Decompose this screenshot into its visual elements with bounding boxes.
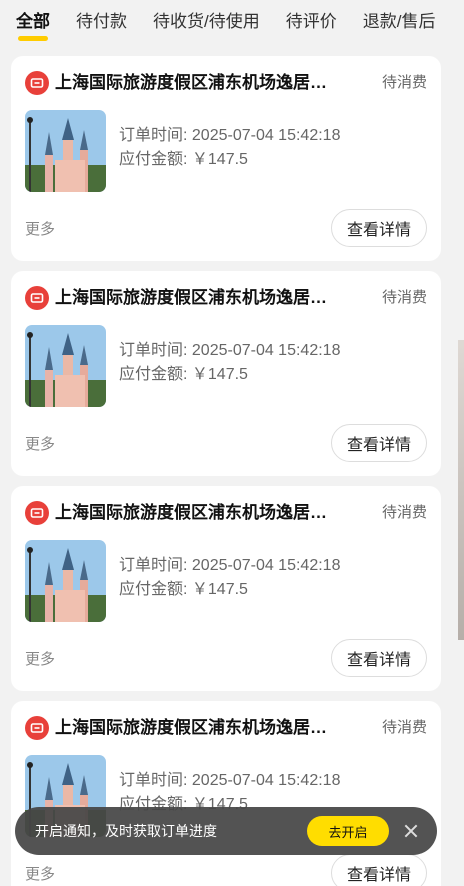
order-time: 订单时间: 2025-07-04 15:42:18 bbox=[119, 557, 341, 574]
tab-pending-receipt-use[interactable]: 待收货/待使用 bbox=[153, 7, 260, 37]
order-list: 上海国际旅游度假区浦东机场逸居… 待消费 订单时间: 2025-07-04 15… bbox=[11, 56, 441, 886]
product-thumbnail[interactable] bbox=[25, 325, 106, 407]
product-thumbnail[interactable] bbox=[25, 540, 106, 622]
close-icon[interactable] bbox=[403, 823, 419, 839]
product-thumbnail[interactable] bbox=[25, 110, 106, 192]
order-card[interactable]: 上海国际旅游度假区浦东机场逸居… 待消费 订单时间: 2025-07-04 15… bbox=[11, 56, 441, 261]
view-details-button[interactable]: 查看详情 bbox=[331, 639, 427, 677]
shop-name[interactable]: 上海国际旅游度假区浦东机场逸居… bbox=[55, 500, 365, 526]
shop-ticket-icon bbox=[25, 71, 49, 95]
shop-name[interactable]: 上海国际旅游度假区浦东机场逸居… bbox=[55, 285, 365, 311]
order-amount: 应付金额: ￥147.5 bbox=[119, 581, 248, 598]
shop-ticket-icon bbox=[25, 716, 49, 740]
view-details-button[interactable]: 查看详情 bbox=[331, 424, 427, 462]
order-card[interactable]: 上海国际旅游度假区浦东机场逸居… 待消费 订单时间: 2025-07-04 15… bbox=[11, 486, 441, 691]
order-time: 订单时间: 2025-07-04 15:42:18 bbox=[119, 772, 341, 789]
order-card[interactable]: 上海国际旅游度假区浦东机场逸居… 待消费 订单时间: 2025-07-04 15… bbox=[11, 271, 441, 476]
background-edge bbox=[458, 340, 464, 640]
more-link[interactable]: 更多 bbox=[25, 648, 55, 669]
more-link[interactable]: 更多 bbox=[25, 218, 55, 239]
order-card[interactable]: 上海国际旅游度假区浦东机场逸居… 待消费 订单时间: 2025-07-04 15… bbox=[11, 701, 441, 886]
tab-pending-payment[interactable]: 待付款 bbox=[76, 7, 127, 37]
order-status: 待消费 bbox=[381, 289, 427, 306]
order-amount: 应付金额: ￥147.5 bbox=[119, 366, 248, 383]
order-time: 订单时间: 2025-07-04 15:42:18 bbox=[119, 127, 341, 144]
tab-all[interactable]: 全部 bbox=[16, 7, 50, 41]
shop-name[interactable]: 上海国际旅游度假区浦东机场逸居… bbox=[55, 715, 365, 741]
shop-name[interactable]: 上海国际旅游度假区浦东机场逸居… bbox=[55, 70, 365, 96]
order-tabs: 全部 待付款 待收货/待使用 待评价 退款/售后 bbox=[0, 0, 464, 44]
tab-pending-review[interactable]: 待评价 bbox=[286, 7, 337, 37]
order-amount: 应付金额: ￥147.5 bbox=[119, 151, 248, 168]
enable-notifications-button[interactable]: 去开启 bbox=[307, 816, 389, 846]
order-info: 订单时间: 2025-07-04 15:42:18 应付金额: ￥147.5 bbox=[119, 124, 340, 172]
order-time: 订单时间: 2025-07-04 15:42:18 bbox=[119, 342, 341, 359]
more-link[interactable]: 更多 bbox=[25, 863, 55, 884]
order-status: 待消费 bbox=[381, 504, 427, 521]
order-info: 订单时间: 2025-07-04 15:42:18 应付金额: ￥147.5 bbox=[119, 554, 340, 602]
order-info: 订单时间: 2025-07-04 15:42:18 应付金额: ￥147.5 bbox=[119, 339, 340, 387]
more-link[interactable]: 更多 bbox=[25, 433, 55, 454]
shop-ticket-icon bbox=[25, 286, 49, 310]
view-details-button[interactable]: 查看详情 bbox=[331, 854, 427, 886]
notification-toast: 开启通知，及时获取订单进度 去开启 bbox=[15, 807, 437, 855]
tab-refund-aftersale[interactable]: 退款/售后 bbox=[363, 7, 436, 37]
shop-ticket-icon bbox=[25, 501, 49, 525]
order-status: 待消费 bbox=[381, 719, 427, 736]
toast-message: 开启通知，及时获取订单进度 bbox=[35, 823, 217, 839]
view-details-button[interactable]: 查看详情 bbox=[331, 209, 427, 247]
order-status: 待消费 bbox=[381, 74, 427, 91]
